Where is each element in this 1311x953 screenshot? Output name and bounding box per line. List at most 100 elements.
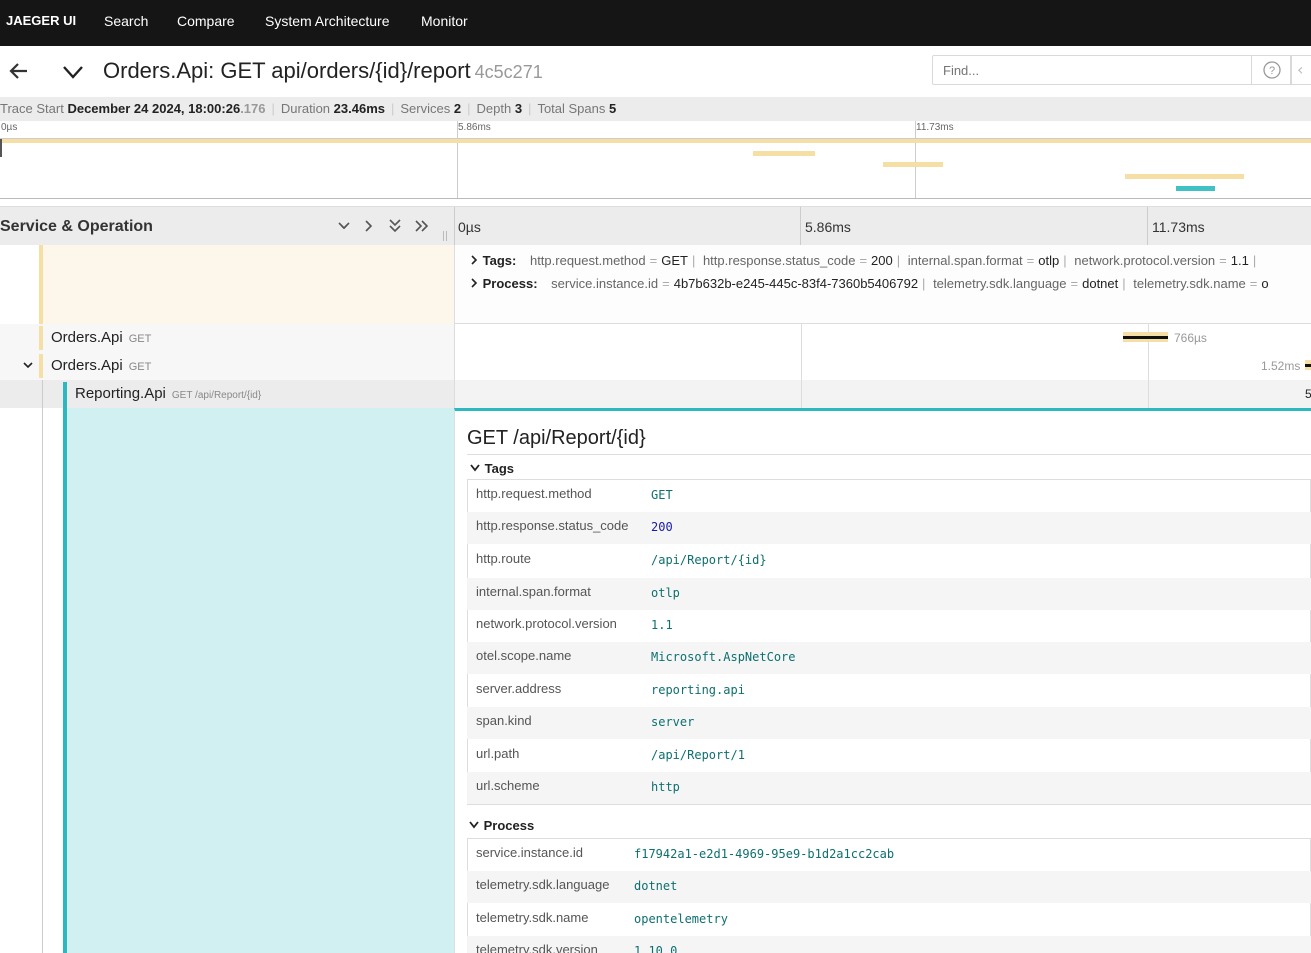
timeline-header: Service & Operation ⌄ 0µs 5.86ms 11.73ms (0, 206, 1311, 246)
span-duration: 5 (1305, 387, 1311, 401)
process-key: service.instance.id (551, 276, 659, 291)
trace-title: Orders.Api: GET api/orders/{id}/report 4c… (103, 58, 543, 84)
process-value: opentelemetry (634, 912, 728, 926)
trace-start-value: December 24 2024, 18:00:26 (67, 101, 241, 116)
svg-text:?: ? (1269, 65, 1275, 77)
minimap-tick-label: 11.73ms (916, 122, 954, 133)
span-row[interactable]: Orders.Api GET (0, 352, 454, 380)
chevron-down-icon (470, 464, 480, 472)
summary-tags[interactable]: Tags: http.request.method = GET | http.resp… (469, 253, 1260, 268)
process-value: dotnet (634, 879, 678, 893)
table-row[interactable]: url.scheme http (467, 772, 1311, 804)
timeline-tick-label: 5.86ms (805, 219, 851, 235)
timeline-gridline (801, 380, 802, 408)
tag-value: Microsoft.AspNetCore (651, 650, 796, 664)
summary-process[interactable]: Process: service.instance.id = 4b7b632b-e2… (469, 276, 1269, 291)
span-timeline-row[interactable]: 1.52ms (454, 352, 1311, 380)
tags-section-toggle[interactable]: Tags (469, 461, 514, 476)
table-row[interactable]: otel.scope.name Microsoft.AspNetCore (467, 642, 1311, 674)
table-row[interactable]: telemetry.sdk.language dotnet (467, 871, 1311, 903)
span-operation: GET /api/Report/{id} (171, 390, 262, 401)
nav-search[interactable]: Search (104, 13, 148, 29)
process-key: telemetry.sdk.name (476, 910, 589, 925)
double-chevron-right-icon[interactable] (413, 219, 431, 233)
process-section-label: Process (483, 818, 535, 833)
tag-key: network.protocol.version (1074, 253, 1216, 268)
span-critical-path (1305, 364, 1311, 367)
tag-key: http.response.status_code (476, 518, 629, 533)
services-label: Services (400, 101, 451, 116)
span-name[interactable]: Orders.Api GET (51, 329, 151, 346)
header-gridline (1147, 207, 1148, 245)
span-service: Reporting.Api (75, 385, 166, 402)
span-timeline-row[interactable]: 5 (454, 380, 1311, 408)
table-row[interactable]: network.protocol.version 1.1 (467, 610, 1311, 642)
table-row[interactable]: server.address reporting.api (467, 675, 1311, 707)
tags-section-label: Tags (484, 461, 515, 476)
nav-system-architecture[interactable]: System Architecture (265, 13, 390, 29)
span-operation: GET (128, 333, 152, 345)
table-row[interactable]: internal.span.format otlp (467, 578, 1311, 610)
span-row[interactable]: Orders.Api GET (0, 324, 454, 352)
trace-minimap[interactable]: 0µs 5.86ms 11.73ms (0, 121, 1311, 199)
process-key: service.instance.id (476, 845, 583, 860)
find-more-button[interactable]: ‹ (1291, 55, 1311, 85)
services-value: 2 (453, 101, 462, 116)
tag-value: GET (661, 253, 688, 268)
nav-monitor[interactable]: Monitor (421, 13, 468, 29)
chevron-right-icon[interactable] (361, 219, 377, 233)
process-section-toggle[interactable]: Process (468, 818, 534, 833)
find-help-button[interactable]: ? (1251, 55, 1291, 85)
chevron-right-icon[interactable] (469, 255, 479, 265)
top-nav: JAEGER UI Search Compare System Architec… (0, 0, 1311, 46)
table-row[interactable]: span.kind server (467, 707, 1311, 739)
chevron-down-icon[interactable] (62, 62, 84, 82)
brand-logo[interactable]: JAEGER UI (6, 13, 76, 28)
divider (467, 454, 1311, 455)
table-row[interactable]: telemetry.sdk.version 1.10.0 (467, 936, 1311, 953)
tag-value: 1.1 (651, 618, 673, 632)
trace-start-label: Trace Start (0, 101, 64, 116)
tag-key: http.response.status_code (702, 253, 856, 268)
column-resizer[interactable] (443, 231, 447, 241)
span-tree-indent (0, 245, 454, 324)
tag-key: otel.scope.name (476, 648, 572, 663)
tag-value: 1.1 (1230, 253, 1249, 268)
back-arrow-icon[interactable] (8, 60, 30, 82)
table-row[interactable]: http.response.status_code 200 (467, 512, 1311, 544)
minimap-tick-label: 5.86ms (458, 122, 491, 133)
span-name[interactable]: Orders.Api GET (51, 357, 151, 374)
trace-id: 4c5c271 (474, 62, 543, 82)
total-spans-label: Total Spans (537, 101, 606, 116)
chevron-down-icon[interactable] (336, 219, 352, 233)
span-name[interactable]: Reporting.Api GET /api/Report/{id} (75, 385, 261, 402)
table-row[interactable]: service.instance.id f17942a1-e2d1-4969-95… (467, 839, 1311, 871)
double-chevron-down-icon[interactable] (387, 217, 403, 235)
span-timeline-row[interactable]: 766µs (454, 324, 1311, 352)
table-row[interactable]: http.route/api/Report/{id} (467, 545, 1311, 577)
span-critical-path (1123, 336, 1168, 339)
tag-value: otlp (1038, 253, 1060, 268)
process-label: Process: (482, 276, 538, 291)
trace-title-text: Orders.Api: GET api/orders/{id}/report (103, 58, 471, 83)
span-operation: GET (128, 361, 152, 373)
selected-span-background (67, 408, 454, 953)
table-row[interactable]: telemetry.sdk.name opentelemetry (467, 904, 1311, 936)
chevron-down-icon[interactable] (22, 359, 34, 371)
chevron-right-icon[interactable] (469, 278, 479, 288)
minimap-handle[interactable] (0, 139, 2, 157)
nav-compare[interactable]: Compare (177, 13, 235, 29)
trace-meta-bar: Trace Start December 24 2024, 18:00:26.1… (0, 97, 1311, 122)
tag-value: 200 (871, 253, 893, 268)
span-row-selected[interactable]: Reporting.Api GET /api/Report/{id} (0, 380, 454, 408)
find-input[interactable] (932, 55, 1252, 85)
question-circle-icon: ? (1263, 61, 1281, 79)
header-gridline (800, 207, 801, 245)
tag-key: network.protocol.version (476, 616, 617, 631)
table-row[interactable]: url.path/api/Report/1 (467, 740, 1311, 772)
minimap-span-bar (753, 151, 815, 156)
span-service: Orders.Api (51, 329, 123, 346)
table-row[interactable]: http.request.method GET (467, 480, 1311, 512)
process-key: telemetry.sdk.version (476, 942, 598, 953)
process-key: telemetry.sdk.name (1133, 276, 1246, 291)
